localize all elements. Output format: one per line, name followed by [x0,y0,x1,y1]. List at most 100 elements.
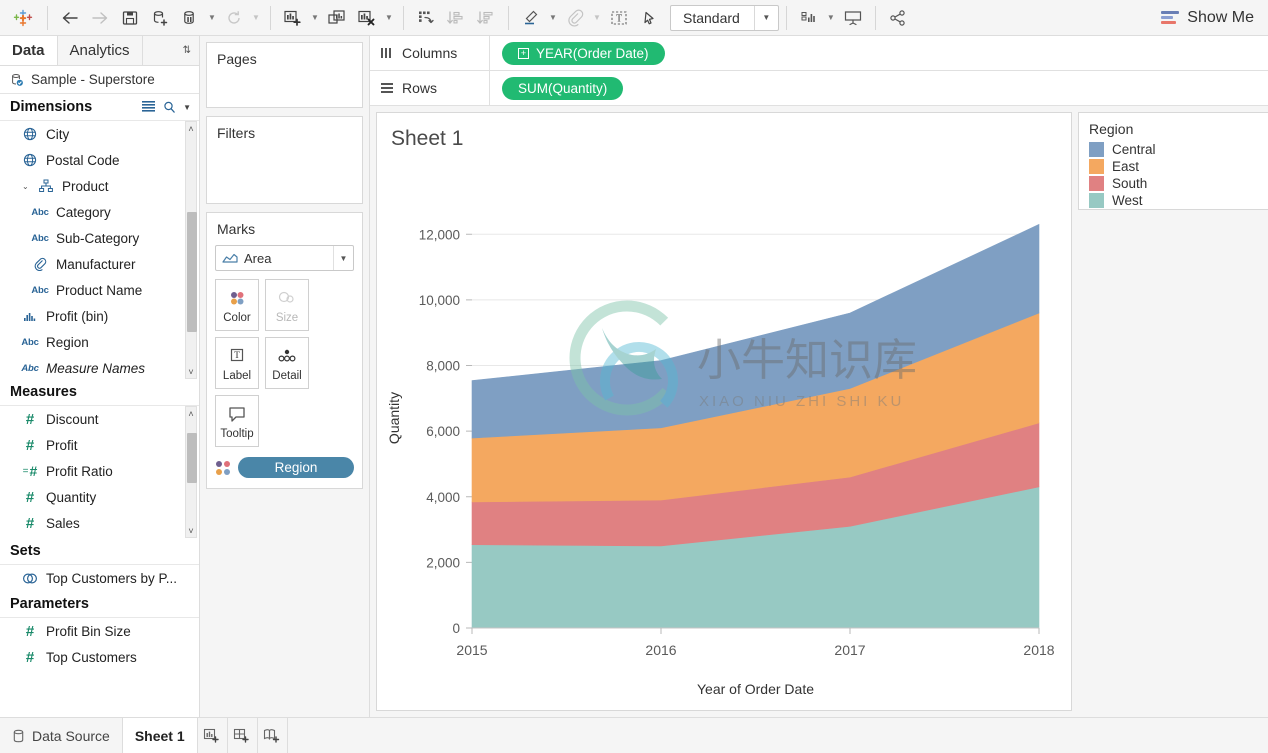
label-button[interactable]: T Label [215,337,259,389]
scroll-down-icon[interactable]: ˅ [188,524,193,537]
mark-type-value: Area [244,250,272,266]
new-dashboard-icon[interactable] [228,718,258,753]
fix-axes-icon[interactable] [634,3,664,33]
toolbar-divider [270,5,271,30]
show-me-button[interactable]: Show Me [1161,9,1262,27]
expand-hierarchy-icon[interactable]: + [518,47,529,59]
chevron-down-icon[interactable]: ▼ [824,13,838,22]
data-pane-collapse-icon[interactable]: ⇅ [175,36,199,65]
chevron-down-icon[interactable]: ▼ [205,13,219,22]
field-item[interactable]: Abc Sub-Category [0,225,199,251]
tableau-logo-icon[interactable] [6,3,40,33]
chevron-down-icon[interactable]: ▼ [382,13,396,22]
refresh-data-source-icon[interactable] [219,3,249,33]
legend-item[interactable]: West [1079,192,1268,209]
new-worksheet-icon[interactable] [278,3,308,33]
worksheet-viewport[interactable]: Sheet 1 0 2,000 4,000 6,000 8,000 10,000 12,00… [376,112,1072,711]
tab-data[interactable]: Data [0,36,58,65]
x-tick-label[interactable]: 2015 [456,642,487,658]
dimensions-menu-icon[interactable]: ▼ [183,103,191,112]
pause-data-source-icon[interactable] [175,3,205,33]
field-item[interactable]: Profit (bin) [0,303,199,329]
sort-ascending-icon[interactable] [441,3,471,33]
field-item[interactable]: Abc Category [0,199,199,225]
chevron-down-icon[interactable]: ⌄ [22,182,30,191]
mark-type-select[interactable]: Area ▼ [215,245,354,271]
area-chart-svg[interactable]: 0 2,000 4,000 6,000 8,000 10,000 12,000 2015 201… [377,113,1079,718]
new-data-source-icon[interactable] [145,3,175,33]
tab-analytics[interactable]: Analytics [58,36,143,65]
tooltip-button[interactable]: Tooltip [215,395,259,447]
chevron-down-icon[interactable]: ▼ [308,13,322,22]
new-worksheet-icon[interactable] [198,718,228,753]
field-item[interactable]: # Discount [0,406,199,432]
marks-pill-region[interactable]: Region [238,457,354,478]
duplicate-sheet-icon[interactable] [322,3,352,33]
x-tick-label[interactable]: 2017 [834,642,865,658]
chevron-down-icon[interactable]: ▼ [590,13,604,22]
dimensions-scrollbar[interactable]: ˄ ˅ [185,121,197,379]
field-item[interactable]: Postal Code [0,147,199,173]
detail-button[interactable]: Detail [265,337,309,389]
presentation-layout-icon[interactable] [794,3,824,33]
save-icon[interactable] [115,3,145,33]
data-source-icon [10,73,24,87]
rows-pill[interactable]: SUM(Quantity) [502,76,624,100]
field-item[interactable]: # Sales [0,510,199,536]
field-item[interactable]: ⌄ Product [0,173,199,199]
field-item[interactable]: Top Customers by P... [0,565,199,591]
field-item[interactable]: # Profit [0,432,199,458]
show-mark-labels-icon[interactable]: T [604,3,634,33]
y-axis-title[interactable]: Quantity [386,392,402,444]
back-icon[interactable] [55,3,85,33]
area-chart[interactable]: 0 2,000 4,000 6,000 8,000 10,000 12,000 2015 201… [377,113,1071,710]
legend-item[interactable]: East [1079,158,1268,175]
field-item[interactable]: Abc Region [0,329,199,355]
x-axis-title[interactable]: Year of Order Date [697,681,814,697]
presentation-mode-icon[interactable] [838,3,868,33]
chevron-down-icon[interactable]: ▼ [249,13,263,22]
swap-rows-columns-icon[interactable] [411,3,441,33]
clear-sheet-icon[interactable] [352,3,382,33]
chevron-down-icon[interactable]: ▼ [546,13,560,22]
fit-select[interactable]: Standard ▼ [670,4,779,31]
chevron-down-icon[interactable]: ▼ [333,246,353,270]
sheet-tab[interactable]: Sheet 1 [122,718,198,753]
share-workbook-icon[interactable] [883,3,913,33]
scroll-up-icon[interactable]: ˄ [188,122,193,135]
group-members-icon[interactable] [560,3,590,33]
columns-drop-area[interactable]: + YEAR(Order Date) [490,41,665,65]
forward-icon[interactable] [85,3,115,33]
chevron-down-icon[interactable]: ▼ [753,5,778,30]
data-source-item[interactable]: Sample - Superstore [0,66,199,94]
field-item[interactable]: = # Profit Ratio [0,458,199,484]
sort-descending-icon[interactable] [471,3,501,33]
columns-shelf[interactable]: Columns + YEAR(Order Date) [370,36,1268,71]
scroll-up-icon[interactable]: ˄ [188,407,193,420]
field-item[interactable]: Manufacturer [0,251,199,277]
rows-shelf[interactable]: Rows SUM(Quantity) [370,71,1268,106]
pages-card[interactable]: Pages [206,42,363,108]
highlight-icon[interactable] [516,3,546,33]
field-item[interactable]: City [0,121,199,147]
x-tick-label[interactable]: 2018 [1023,642,1054,658]
field-item[interactable]: # Quantity [0,484,199,510]
scroll-down-icon[interactable]: ˅ [188,365,193,378]
new-story-icon[interactable] [258,718,288,753]
data-source-tab[interactable]: Data Source [0,718,123,753]
group-by-folder-icon[interactable] [142,101,156,113]
columns-pill[interactable]: + YEAR(Order Date) [502,41,665,65]
x-tick-label[interactable]: 2016 [645,642,676,658]
field-item[interactable]: # Profit Bin Size [0,618,199,644]
field-item[interactable]: Abc Product Name [0,277,199,303]
size-button[interactable]: Size [265,279,309,331]
measures-scrollbar[interactable]: ˄ ˅ [185,406,197,538]
legend-item[interactable]: Central [1079,141,1268,158]
color-button[interactable]: Color [215,279,259,331]
filters-card[interactable]: Filters [206,116,363,204]
rows-drop-area[interactable]: SUM(Quantity) [490,76,624,100]
legend-item[interactable]: South [1079,175,1268,192]
field-item[interactable]: # Top Customers [0,644,199,670]
search-icon[interactable] [163,101,176,114]
field-item[interactable]: Abc Measure Names [0,355,199,379]
